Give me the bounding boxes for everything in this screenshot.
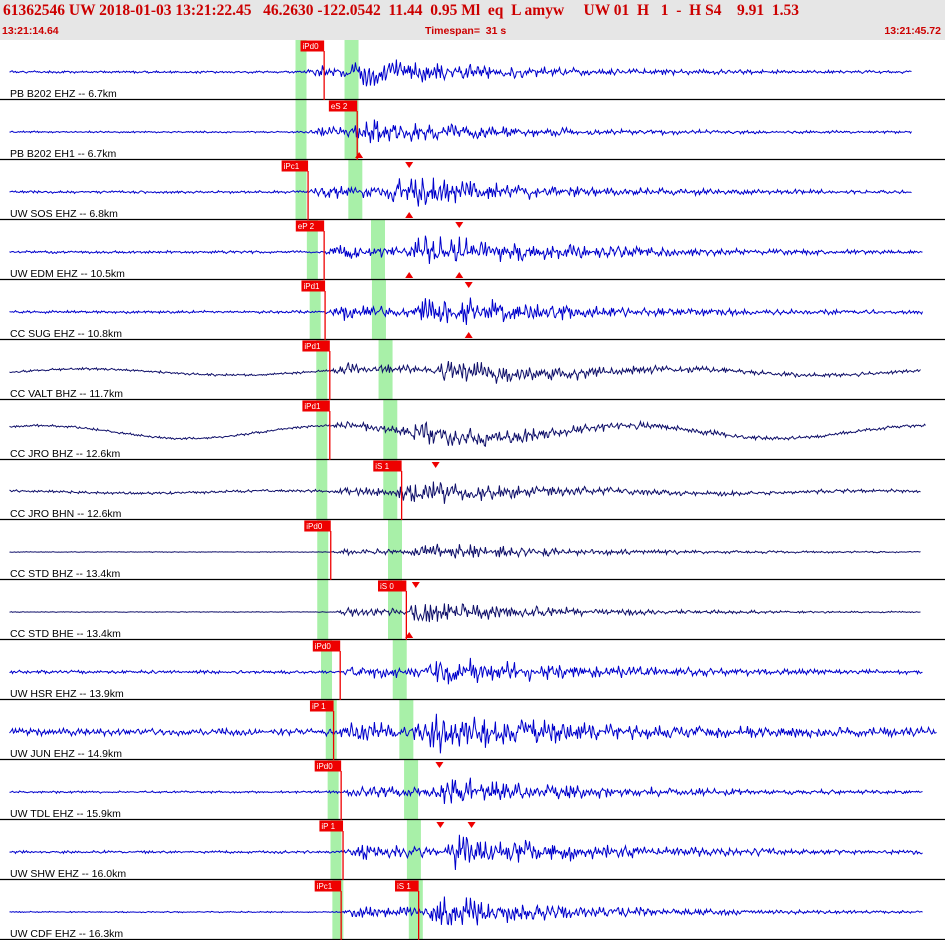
phase-pick-label: iPd0 (317, 762, 334, 771)
station-label: CC JRO BHZ -- 12.6km (10, 448, 121, 460)
amplitude-marker-icon (455, 222, 464, 228)
amplitude-marker-icon (431, 462, 440, 468)
amplitude-marker-icon (464, 282, 473, 288)
phase-pick-label: iS 1 (397, 882, 411, 891)
station-label: CC VALT BHZ -- 11.7km (10, 388, 123, 400)
waveform-trace (9, 543, 921, 559)
p-phase-window (295, 100, 307, 160)
event-header: 61362546 UW 2018-01-03 13:21:22.45 46.26… (0, 0, 945, 40)
waveform-trace (9, 603, 921, 623)
amplitude-marker-icon (405, 272, 414, 278)
waveform-trace (9, 361, 921, 384)
s-phase-window (388, 520, 403, 580)
station-label-layer: PB B202 EHZ -- 6.7km PB B202 EH1 -- 6.7km… (10, 88, 126, 940)
station-label: UW SOS EHZ -- 6.8km (10, 208, 118, 220)
station-label: CC SUG EHZ -- 10.8km (10, 328, 122, 340)
station-label: UW JUN EHZ -- 14.9km (10, 748, 122, 760)
station-label: UW HSR EHZ -- 13.9km (10, 688, 124, 700)
phase-pick-label: iPd1 (304, 342, 321, 351)
trace-separator-layer (0, 98, 945, 940)
phase-pick-label: iPd0 (315, 642, 332, 651)
waveform-trace (9, 419, 926, 447)
start-time-label: 13:21:14.64 (2, 25, 59, 37)
end-time-label: 13:21:45.72 (884, 25, 941, 37)
phase-pick-label: iS 0 (380, 582, 394, 591)
phase-pick-label: iPc1 (284, 162, 300, 171)
amplitude-marker-icon (467, 822, 476, 828)
p-phase-window (317, 580, 329, 640)
station-label: UW EDM EHZ -- 10.5km (10, 268, 125, 280)
amplitude-marker-icon (455, 272, 464, 278)
amplitude-marker-icon (435, 762, 444, 768)
station-label: PB B202 EHZ -- 6.7km (10, 88, 117, 100)
phase-pick-label: iPd0 (303, 42, 320, 51)
waveform-trace (9, 177, 912, 207)
station-label: UW CDF EHZ -- 16.3km (10, 928, 123, 940)
waveform-trace (9, 777, 923, 805)
waveform-trace (9, 481, 921, 504)
waveform-trace (9, 297, 923, 326)
amplitude-marker-icon (436, 822, 445, 828)
waveform-trace (9, 657, 923, 685)
phase-pick-label: eS 2 (331, 102, 348, 111)
phase-pick-label: iS 1 (375, 462, 389, 471)
s-phase-window (378, 340, 393, 400)
station-label: CC JRO BHN -- 12.6km (10, 508, 122, 520)
station-label: PB B202 EH1 -- 6.7km (10, 148, 116, 160)
waveform-trace (9, 713, 937, 754)
waveform-trace (9, 834, 923, 871)
phase-pick-label: iP 1 (312, 702, 326, 711)
phase-pick-label: iP 1 (321, 822, 335, 831)
timespan-label: Timespan= 31 s (425, 25, 507, 37)
p-phase-window (316, 460, 328, 520)
waveform-trace (9, 119, 912, 144)
amplitude-marker-icon (405, 162, 414, 168)
station-label: CC STD BHE -- 13.4km (10, 628, 121, 640)
waveform-trace (9, 896, 923, 926)
phase-pick-label: eP 2 (298, 222, 315, 231)
event-summary-title: 61362546 UW 2018-01-03 13:21:22.45 46.26… (3, 2, 799, 19)
station-label: UW TDL EHZ -- 15.9km (10, 808, 121, 820)
station-label: UW SHW EHZ -- 16.0km (10, 868, 126, 880)
amplitude-marker-icon (411, 582, 420, 588)
station-label: CC STD BHZ -- 13.4km (10, 568, 121, 580)
seismogram-panel[interactable]: iPd0 eS 2 iPc1 eP 2 iPd1 iPd1 iPd1 iS 1 iPd0 iS 0… (0, 40, 945, 940)
amplitude-marker-icon (405, 212, 414, 218)
phase-pick-label: iPd1 (304, 402, 321, 411)
waveform-trace (9, 59, 912, 87)
phase-pick-label: iPd0 (306, 522, 323, 531)
phase-pick-label: iPd1 (303, 282, 320, 291)
waveform-trace (9, 235, 923, 265)
phase-pick-label: iPc1 (317, 882, 333, 891)
waveform-layer (9, 59, 937, 926)
amplitude-marker-icon (464, 332, 473, 338)
